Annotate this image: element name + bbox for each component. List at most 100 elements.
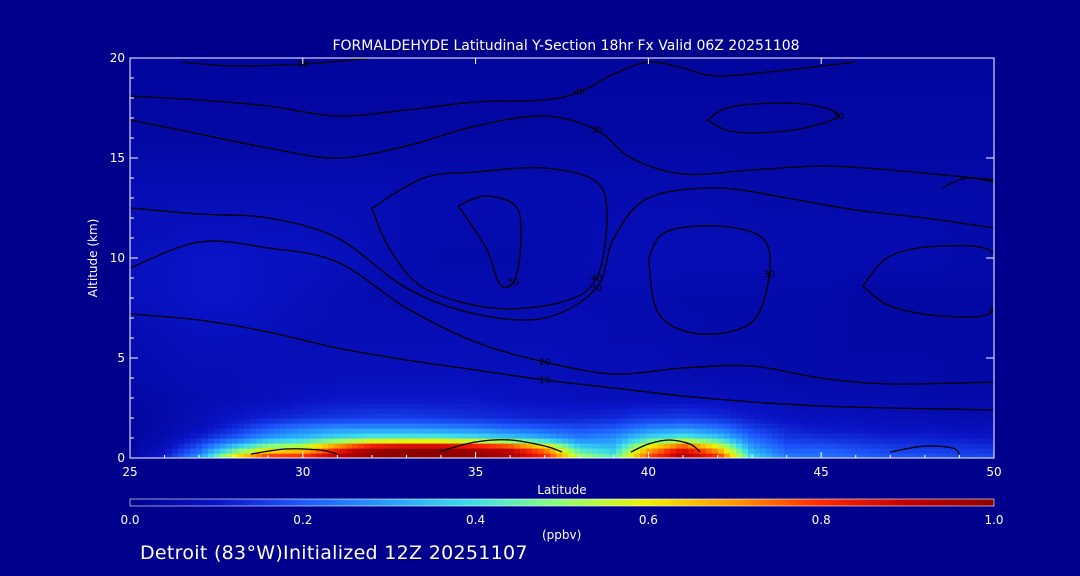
heatmap-cell [682, 323, 689, 329]
heatmap-cell [274, 348, 281, 354]
heatmap-cell [622, 403, 629, 409]
heatmap-cell [436, 348, 443, 354]
heatmap-cell [580, 418, 587, 424]
heatmap-cell [328, 283, 335, 289]
heatmap-cell [820, 358, 827, 364]
heatmap-cell [376, 388, 383, 394]
heatmap-cell [622, 293, 629, 299]
heatmap-cell [574, 323, 581, 329]
heatmap-cell [898, 388, 905, 394]
heatmap-cell [478, 293, 485, 299]
heatmap-cell [586, 328, 593, 334]
heatmap-cell [448, 293, 455, 299]
heatmap-cell [400, 378, 407, 384]
heatmap-cell [670, 403, 677, 409]
heatmap-cell [502, 383, 509, 389]
heatmap-cell [886, 368, 893, 374]
heatmap-cell [220, 378, 227, 384]
heatmap-cell [244, 313, 251, 319]
heatmap-cell [202, 353, 209, 359]
heatmap-cell [358, 343, 365, 349]
heatmap-cell [616, 358, 623, 364]
heatmap-cell [298, 393, 305, 399]
heatmap-cell [370, 288, 377, 294]
heatmap-cell [604, 303, 611, 309]
heatmap-cell [376, 378, 383, 384]
heatmap-cell [190, 313, 197, 319]
heatmap-cell [448, 388, 455, 394]
heatmap-cell [886, 393, 893, 399]
heatmap-cell [778, 288, 785, 294]
heatmap-cell [268, 368, 275, 374]
heatmap-cell [400, 318, 407, 324]
heatmap-cell [928, 288, 935, 294]
heatmap-cell [376, 403, 383, 409]
heatmap-cell [610, 283, 617, 289]
heatmap-cell [706, 448, 713, 454]
heatmap-cell [688, 323, 695, 329]
heatmap-cell [472, 358, 479, 364]
heatmap-cell [502, 343, 509, 349]
heatmap-cell [364, 288, 371, 294]
heatmap-cell [556, 423, 563, 429]
heatmap-cell [304, 328, 311, 334]
heatmap-cell [700, 323, 707, 329]
heatmap-cell [412, 298, 419, 304]
heatmap-cell [226, 328, 233, 334]
heatmap-cell [334, 283, 341, 289]
heatmap-cell [580, 283, 587, 289]
heatmap-cell [466, 378, 473, 384]
heatmap-cell [502, 358, 509, 364]
heatmap-cell [442, 378, 449, 384]
heatmap-cell [328, 363, 335, 369]
heatmap-cell [202, 338, 209, 344]
heatmap-cell [490, 388, 497, 394]
heatmap-cell [490, 298, 497, 304]
heatmap-cell [430, 368, 437, 374]
heatmap-cell [868, 373, 875, 379]
heatmap-cell [400, 348, 407, 354]
heatmap-cell [886, 348, 893, 354]
heatmap-cell [388, 323, 395, 329]
heatmap-cell [640, 373, 647, 379]
heatmap-cell [478, 308, 485, 314]
heatmap-cell [682, 343, 689, 349]
heatmap-cell [496, 438, 503, 444]
heatmap-cell [394, 408, 401, 414]
heatmap-cell [526, 413, 533, 419]
heatmap-cell [184, 308, 191, 314]
heatmap-cell [970, 413, 977, 419]
heatmap-cell [226, 313, 233, 319]
heatmap-cell [622, 338, 629, 344]
heatmap-cell [976, 293, 983, 299]
heatmap-cell [916, 348, 923, 354]
heatmap-cell [826, 393, 833, 399]
heatmap-cell [850, 418, 857, 424]
heatmap-cell [928, 413, 935, 419]
heatmap-cell [880, 328, 887, 334]
heatmap-cell [910, 348, 917, 354]
heatmap-cell [820, 433, 827, 439]
heatmap-cell [562, 398, 569, 404]
heatmap-cell [718, 378, 725, 384]
heatmap-cell [520, 283, 527, 289]
heatmap-cell [952, 393, 959, 399]
heatmap-cell [712, 368, 719, 374]
heatmap-cell [346, 358, 353, 364]
heatmap-cell [226, 393, 233, 399]
heatmap-cell [676, 423, 683, 429]
heatmap-cell [628, 328, 635, 334]
heatmap-cell [136, 298, 143, 304]
heatmap-cell [358, 333, 365, 339]
heatmap-cell [646, 328, 653, 334]
heatmap-cell [544, 388, 551, 394]
heatmap-cell [274, 303, 281, 309]
heatmap-cell [856, 408, 863, 414]
heatmap-cell [268, 398, 275, 404]
heatmap-cell [778, 328, 785, 334]
heatmap-cell [376, 393, 383, 399]
heatmap-cell [436, 353, 443, 359]
heatmap-cell [202, 288, 209, 294]
heatmap-cell [238, 293, 245, 299]
heatmap-cell [610, 328, 617, 334]
